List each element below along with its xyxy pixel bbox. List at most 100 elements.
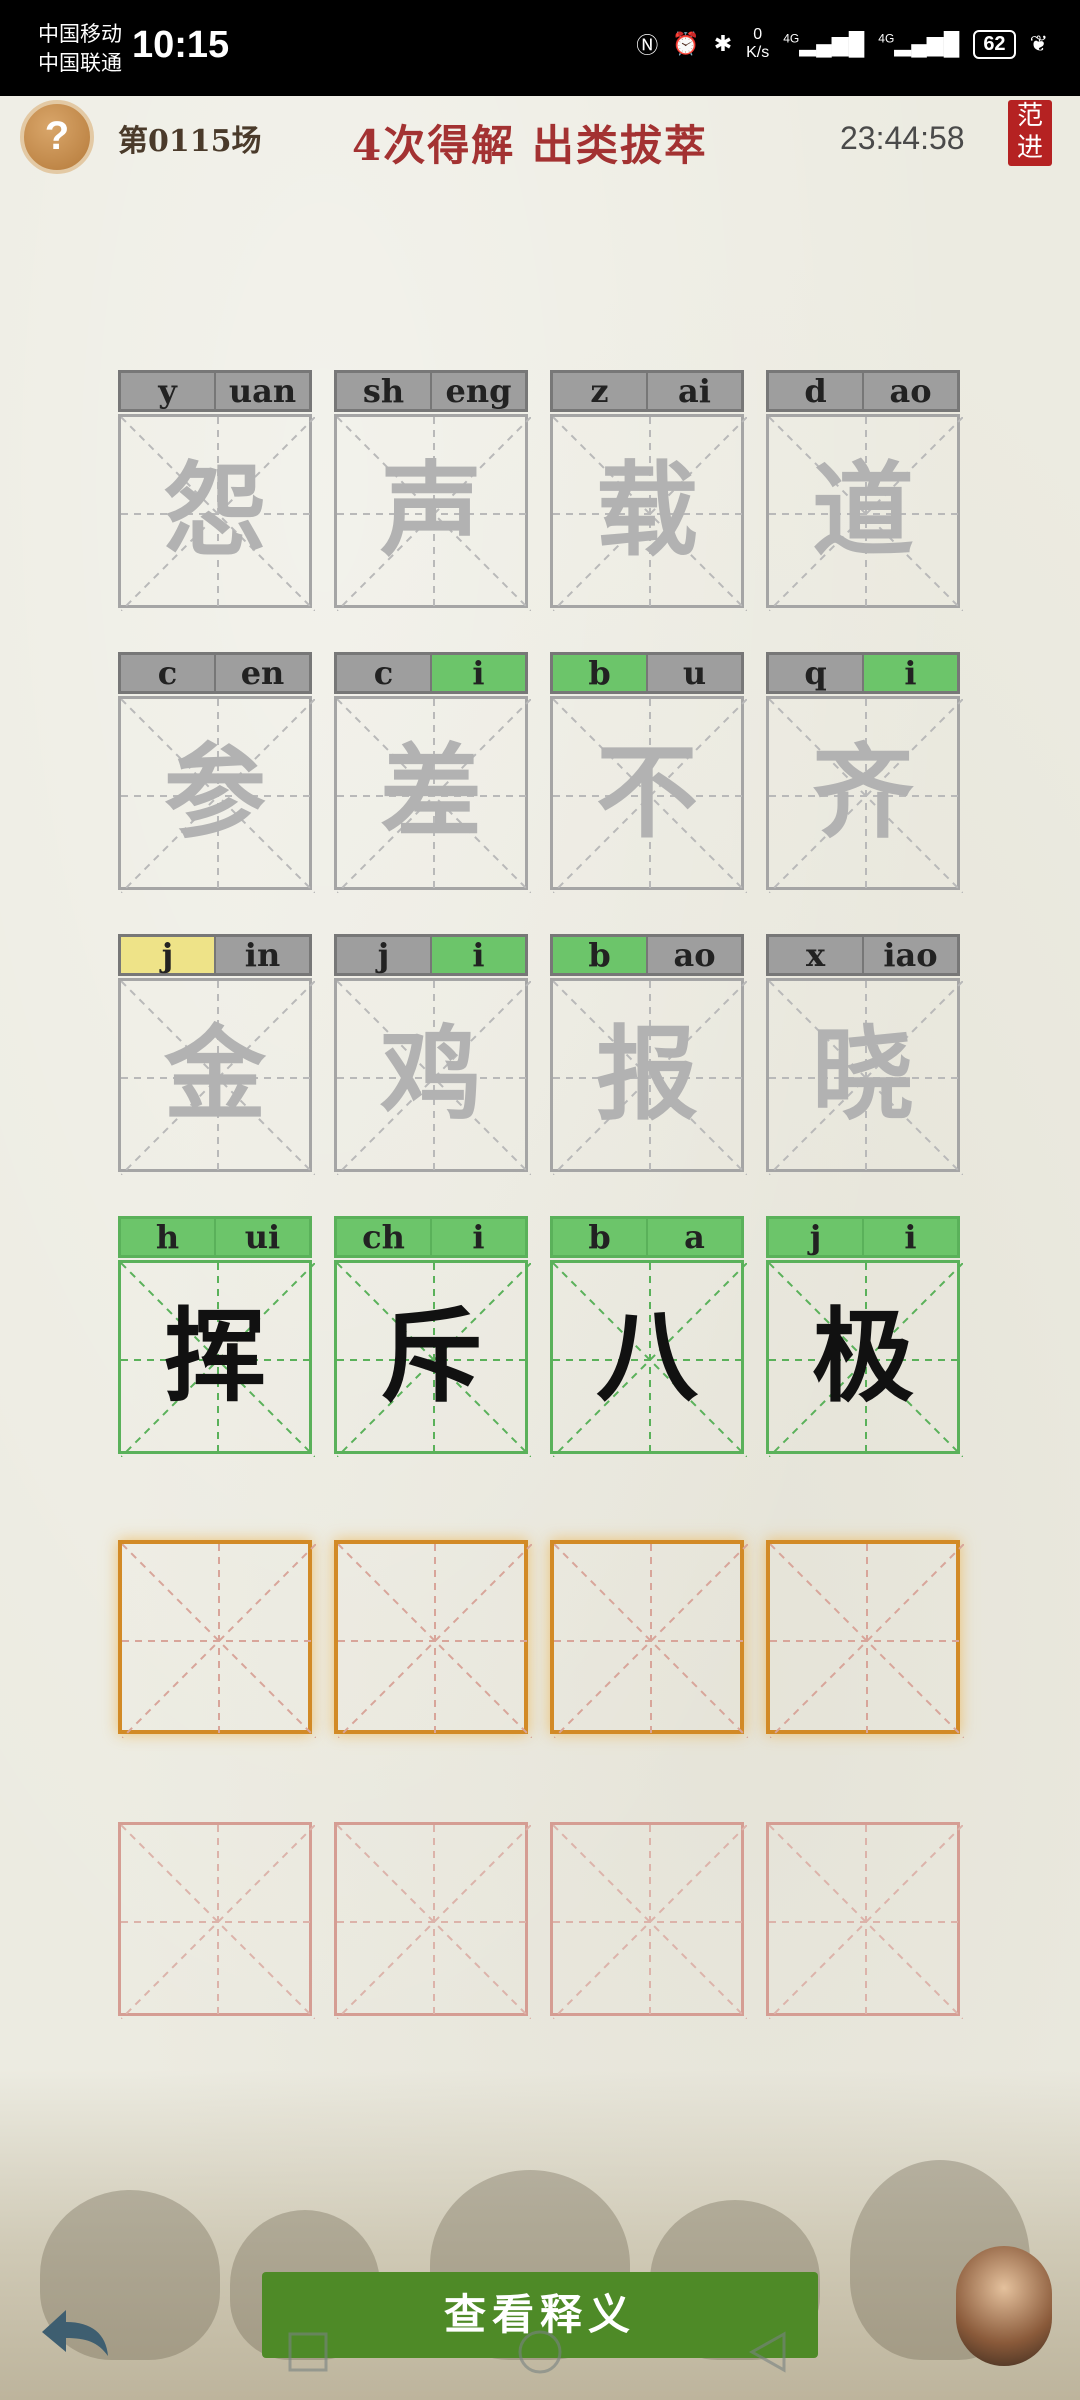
empty-slot[interactable] — [766, 1822, 963, 2019]
pinyin-initial: j — [769, 1219, 864, 1255]
character-grid: 报 — [550, 978, 747, 1175]
empty-slot[interactable] — [334, 1822, 531, 2019]
character-grid: 道 — [766, 414, 963, 611]
input-slot[interactable] — [334, 1540, 532, 1738]
character-grid: 晓 — [766, 978, 963, 1175]
pinyin-bar: b u — [550, 652, 744, 694]
pinyin-final: i — [864, 1219, 957, 1255]
pinyin-final: iao — [864, 937, 957, 973]
pinyin-final: a — [648, 1219, 741, 1255]
pinyin-bar: c en — [118, 652, 312, 694]
char-tile: ch i 斥 — [334, 1216, 531, 1457]
char-tile: b ao 报 — [550, 934, 747, 1175]
carrier-2: 中国联通 — [38, 52, 122, 75]
guessed-character: 参 — [164, 733, 266, 853]
character-grid: 声 — [334, 414, 531, 611]
char-tile: y uan 怨 — [118, 370, 315, 611]
char-tile: j i 极 — [766, 1216, 963, 1457]
character-grid: 鸡 — [334, 978, 531, 1175]
character-grid: 挥 — [118, 1260, 315, 1457]
home-icon[interactable] — [518, 2330, 562, 2374]
character-grid: 斥 — [334, 1260, 531, 1457]
pinyin-final: i — [864, 655, 957, 691]
guessed-character: 八 — [596, 1297, 698, 1417]
guessed-character: 金 — [164, 1015, 266, 1135]
net-speed: 0 K/s — [746, 26, 769, 62]
character-grid: 参 — [118, 696, 315, 893]
alarm-icon: ⏰ — [672, 31, 700, 56]
pinyin-final: i — [432, 655, 525, 691]
leaf-icon: ❦ — [1029, 31, 1048, 56]
net-speed-unit: K/s — [746, 44, 770, 61]
character-grid: 载 — [550, 414, 747, 611]
guessed-character: 晓 — [812, 1015, 914, 1135]
signal-1-label: 4G — [783, 31, 800, 46]
pinyin-initial: q — [769, 655, 864, 691]
countdown-timer: 23:44:58 — [840, 120, 965, 156]
status-bar: 中国移动 中国联通 10:15 Ⓝ ⏰ ✱ 0 K/s 4G▂▄▆█ 4G▂▄▆… — [0, 0, 1080, 96]
empty-slot[interactable] — [118, 1822, 315, 2019]
input-slot[interactable] — [118, 1540, 316, 1738]
page-title: 4次得解 出类拔萃 — [352, 121, 708, 170]
pinyin-bar: h ui — [118, 1216, 312, 1258]
signal-icon-1: 4G▂▄▆█ — [783, 31, 865, 56]
pinyin-initial: j — [337, 937, 432, 973]
pinyin-final: ao — [648, 937, 741, 973]
back-nav-icon[interactable] — [748, 2331, 786, 2373]
guessed-character: 报 — [596, 1015, 698, 1135]
carrier-info: 中国移动 中国联通 — [38, 20, 122, 78]
net-speed-value: 0 — [753, 26, 763, 43]
input-slot[interactable] — [550, 1540, 748, 1738]
pinyin-final: uan — [216, 373, 309, 409]
pinyin-final: en — [216, 655, 309, 691]
pinyin-initial: sh — [337, 373, 432, 409]
pinyin-initial: b — [553, 937, 648, 973]
pinyin-bar: b a — [550, 1216, 744, 1258]
char-tile: j i 鸡 — [334, 934, 531, 1175]
paper-background — [0, 0, 1080, 2400]
guessed-character: 极 — [812, 1297, 914, 1417]
seal-stamp[interactable]: 范进 — [1008, 100, 1052, 166]
signal-2-label: 4G — [878, 31, 895, 46]
pinyin-bar: q i — [766, 652, 960, 694]
pinyin-final: ai — [648, 373, 741, 409]
pinyin-bar: z ai — [550, 370, 744, 412]
pinyin-final: in — [216, 937, 309, 973]
nfc-icon: Ⓝ — [636, 33, 659, 58]
pinyin-final: ao — [864, 373, 957, 409]
pinyin-initial: h — [121, 1219, 216, 1255]
pinyin-bar: j in — [118, 934, 312, 976]
pinyin-final: eng — [432, 373, 525, 409]
pinyin-bar: ch i — [334, 1216, 528, 1258]
char-tile: b a 八 — [550, 1216, 747, 1457]
char-tile: j in 金 — [118, 934, 315, 1175]
char-tile: b u 不 — [550, 652, 747, 893]
guessed-character: 声 — [380, 451, 482, 571]
char-tile: z ai 载 — [550, 370, 747, 611]
carrier-1: 中国移动 — [38, 23, 122, 46]
character-grid: 怨 — [118, 414, 315, 611]
pinyin-bar: j i — [766, 1216, 960, 1258]
pinyin-bar: j i — [334, 934, 528, 976]
pinyin-bar: d ao — [766, 370, 960, 412]
character-grid: 金 — [118, 978, 315, 1175]
pinyin-initial: x — [769, 937, 864, 973]
pinyin-final: u — [648, 655, 741, 691]
pinyin-bar: sh eng — [334, 370, 528, 412]
help-button[interactable]: ? — [20, 100, 94, 174]
empty-slot[interactable] — [550, 1822, 747, 2019]
guessed-character: 道 — [812, 451, 914, 571]
status-time: 10:15 — [132, 24, 230, 66]
pinyin-initial: y — [121, 373, 216, 409]
pinyin-initial: ch — [337, 1219, 432, 1255]
character-grid: 齐 — [766, 696, 963, 893]
guessed-character: 载 — [596, 451, 698, 571]
character-grid: 不 — [550, 696, 747, 893]
char-tile: x iao 晓 — [766, 934, 963, 1175]
input-slot[interactable] — [766, 1540, 964, 1738]
pinyin-initial: d — [769, 373, 864, 409]
pinyin-final: ui — [216, 1219, 309, 1255]
recent-apps-icon[interactable] — [288, 2332, 328, 2372]
char-tile: q i 齐 — [766, 652, 963, 893]
round-number: 第0115场 — [118, 124, 262, 159]
